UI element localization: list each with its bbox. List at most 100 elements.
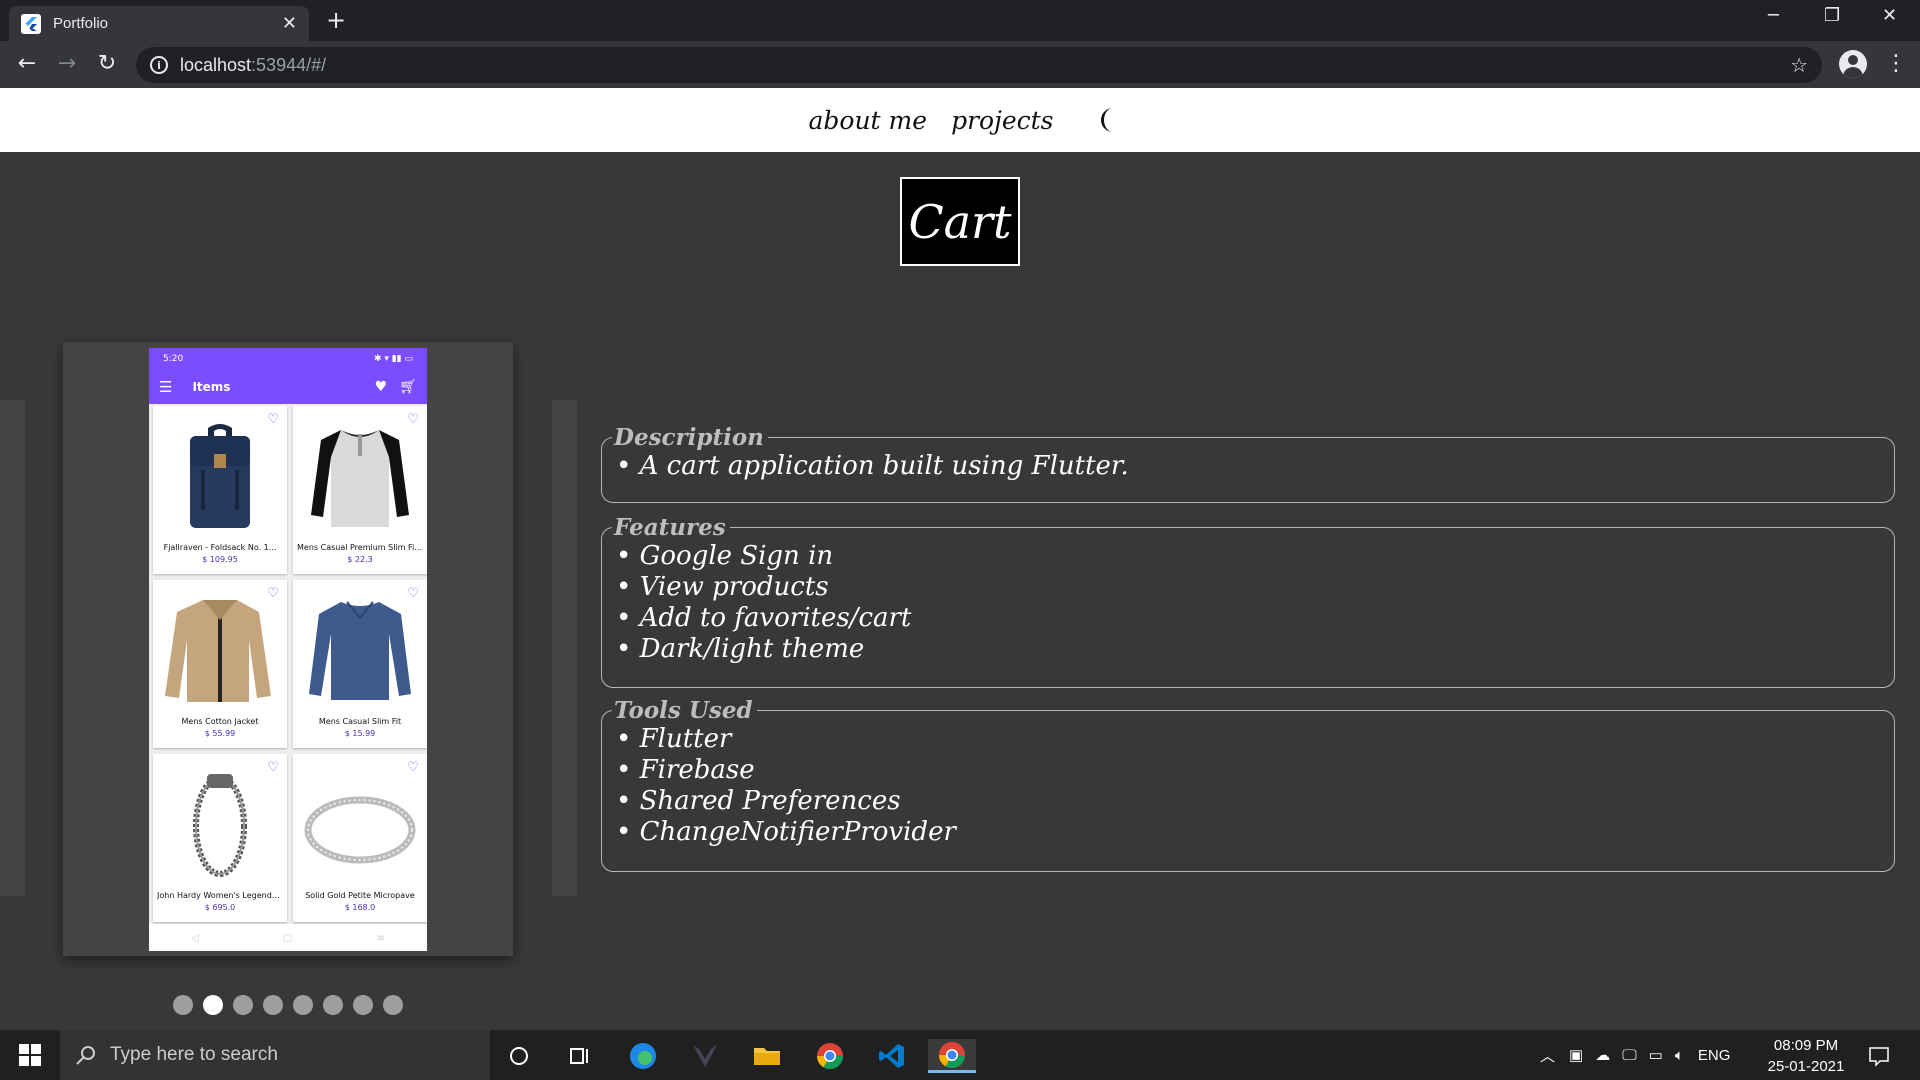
product-grid: ♡ Fjallraven - Foldsack No. 1... $ 109.9… — [149, 404, 427, 924]
minimize-icon[interactable]: ─ — [1768, 5, 1779, 26]
onedrive-cloud-icon[interactable]: ☁ — [1595, 1046, 1610, 1064]
tool-item: • Shared Preferences — [616, 786, 901, 816]
profile-avatar-icon[interactable] — [1839, 50, 1867, 78]
carousel-dot[interactable] — [323, 995, 343, 1015]
search-placeholder: Type here to search — [110, 1044, 278, 1065]
notifications-icon[interactable] — [1862, 1039, 1896, 1073]
system-tray: ︿ ▣ ☁ 🖵︎ ▭ 🔈︎ ENG — [1540, 1030, 1730, 1080]
product-card: ♡ John Hardy Women's Legends... $ 695.0 — [153, 754, 287, 922]
task-view-icon[interactable] — [563, 1039, 597, 1073]
features-section: Features • Google Sign in • View product… — [601, 514, 1895, 688]
back-icon[interactable]: ← — [13, 50, 41, 78]
backpack-image — [190, 424, 250, 528]
cortana-icon[interactable] — [502, 1039, 536, 1073]
battery-icon[interactable]: ▭ — [1649, 1046, 1663, 1064]
product-name: John Hardy Women's Legends... — [157, 891, 283, 900]
site-info-icon[interactable]: i — [150, 56, 168, 74]
carousel-dot[interactable] — [203, 995, 223, 1015]
description-item: • A cart application built using Flutter… — [616, 451, 1129, 481]
close-tab-icon[interactable]: ✕ — [282, 14, 297, 33]
product-name: Solid Gold Petite Micropave — [305, 891, 415, 900]
carousel-next-card[interactable] — [552, 400, 577, 896]
product-name: Mens Cotton Jacket — [181, 717, 259, 726]
phone-back-icon: ◁ — [191, 932, 199, 944]
network-icon[interactable]: 🖵︎ — [1622, 1047, 1636, 1064]
volume-icon[interactable]: 🔈︎ — [1675, 1047, 1684, 1064]
product-price: $ 55.99 — [204, 729, 236, 738]
carousel-dot[interactable] — [293, 995, 313, 1015]
url-text: localhost:53944/#/ — [180, 54, 327, 75]
theme-toggle-moon-icon[interactable] — [1094, 105, 1124, 135]
shopping-cart-icon: 🛒︎ — [399, 379, 417, 395]
close-window-icon[interactable]: ✕ — [1882, 5, 1897, 26]
product-card: ♡ Solid Gold Petite Micropave $ 168.0 — [293, 754, 427, 922]
tool-item: • ChangeNotifierProvider — [616, 817, 956, 847]
browser-menu-icon[interactable]: ⋮ — [1885, 50, 1907, 78]
phone-status-time: 5:20 — [163, 354, 184, 364]
flutter-favicon-icon — [21, 13, 41, 34]
product-card: ♡ Mens Casual Premium Slim Fit ... $ 22.… — [293, 406, 427, 574]
carousel-dot[interactable] — [353, 995, 373, 1015]
file-explorer-icon[interactable] — [750, 1039, 784, 1073]
clock-time: 08:09 PM — [1773, 1037, 1839, 1054]
taskbar-clock[interactable]: 08:09 PM 25-01-2021 — [1756, 1035, 1856, 1077]
product-card: ♡ Mens Cotton Jacket $ 55.99 — [153, 580, 287, 748]
start-button[interactable] — [0, 1030, 60, 1080]
predator-app-icon[interactable] — [688, 1039, 722, 1073]
product-name: Fjallraven - Foldsack No. 1... — [163, 543, 277, 552]
description-section: Description • A cart application built u… — [601, 424, 1895, 503]
tools-legend: Tools Used — [614, 697, 753, 724]
favorites-heart-icon: ♥ — [374, 379, 388, 395]
hamburger-menu-icon: ☰ — [159, 378, 173, 396]
carousel-dot[interactable] — [383, 995, 403, 1015]
meet-now-icon[interactable]: ▣ — [1569, 1046, 1583, 1064]
product-name: Mens Casual Slim Fit — [318, 717, 402, 726]
feature-item: • View products — [616, 572, 829, 602]
product-price: $ 22.3 — [347, 555, 373, 564]
windows-taskbar: Type here to search ︿ ▣ ☁ 🖵︎ ▭ 🔈︎ ENG 08… — [0, 1030, 1920, 1080]
tshirt-image — [311, 430, 409, 527]
carousel-dot[interactable] — [233, 995, 253, 1015]
reload-icon[interactable]: ↻ — [93, 50, 121, 78]
product-price: $ 695.0 — [204, 903, 236, 912]
carousel-prev-card[interactable] — [0, 400, 25, 896]
browser-toolbar: ← → ↻ i localhost:53944/#/ ☆ ⋮ — [0, 41, 1920, 88]
show-hidden-icons-icon[interactable]: ︿ — [1540, 1045, 1555, 1066]
screenshot-card: 5:20 ✱ ▾ ▮▮ ▭ ☰ Items ♥ 🛒︎ ♡ Fjallraven … — [63, 342, 513, 956]
language-indicator[interactable]: ENG — [1698, 1047, 1731, 1064]
chrome-active-icon[interactable] — [928, 1039, 976, 1073]
ring-image — [304, 796, 416, 864]
bookmark-star-icon[interactable]: ☆ — [1790, 53, 1808, 77]
chrome-icon[interactable] — [813, 1039, 847, 1073]
site-nav: about me projects — [0, 88, 1920, 152]
new-tab-icon[interactable]: + — [326, 8, 346, 32]
product-name: Mens Casual Premium Slim Fit ... — [297, 543, 423, 552]
nav-about-me[interactable]: about me — [809, 106, 928, 135]
restore-icon[interactable]: ❐ — [1824, 5, 1840, 26]
browser-tab[interactable]: Portfolio ✕ — [9, 6, 309, 41]
edge-browser-icon[interactable] — [626, 1039, 660, 1073]
tools-section: Tools Used • Flutter • Firebase • Shared… — [601, 697, 1895, 872]
address-bar[interactable]: i localhost:53944/#/ ☆ — [136, 47, 1822, 83]
phone-screenshot: 5:20 ✱ ▾ ▮▮ ▭ ☰ Items ♥ 🛒︎ ♡ Fjallraven … — [149, 348, 427, 951]
longsleeve-image — [309, 601, 411, 700]
features-legend: Features — [614, 514, 726, 541]
clock-date: 25-01-2021 — [1767, 1058, 1845, 1075]
phone-status-bar: 5:20 ✱ ▾ ▮▮ ▭ — [149, 348, 427, 370]
phone-app-title: Items — [192, 380, 231, 394]
tab-title: Portfolio — [53, 15, 109, 32]
project-title-box: Cart — [900, 177, 1020, 266]
forward-icon[interactable]: → — [53, 50, 81, 78]
product-price: $ 15.99 — [344, 729, 376, 738]
taskbar-search[interactable]: Type here to search — [60, 1030, 490, 1080]
bracelet-image — [193, 774, 247, 877]
product-price: $ 109.95 — [202, 555, 238, 564]
nav-projects[interactable]: projects — [951, 106, 1053, 135]
windows-logo-icon — [19, 1044, 41, 1066]
product-price: $ 168.0 — [344, 903, 376, 912]
tool-item: • Flutter — [616, 724, 732, 754]
search-icon — [76, 1046, 95, 1065]
carousel-dot[interactable] — [173, 995, 193, 1015]
carousel-dot[interactable] — [263, 995, 283, 1015]
vscode-icon[interactable] — [875, 1039, 909, 1073]
